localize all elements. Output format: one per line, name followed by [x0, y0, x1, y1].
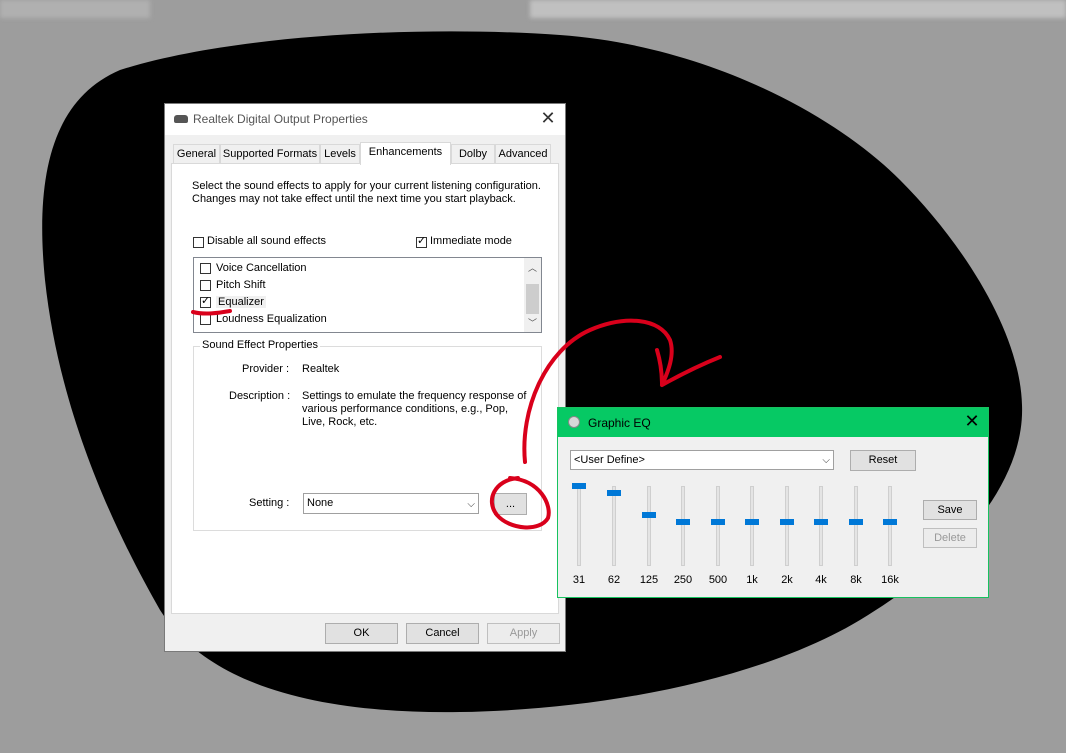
preset-value: <User Define>: [574, 454, 645, 466]
tab-general[interactable]: General: [173, 144, 220, 163]
eq-slider-track[interactable]: [819, 486, 823, 566]
apply-button[interactable]: Apply: [487, 623, 560, 644]
effect-checkbox[interactable]: [200, 263, 211, 274]
eq-band-label: 2k: [781, 574, 793, 586]
speaker-icon: [568, 416, 580, 428]
eq-slider-track[interactable]: [577, 486, 581, 566]
eq-slider-track[interactable]: [681, 486, 685, 566]
list-item[interactable]: Voice Cancellation: [216, 262, 307, 274]
enhancements-panel: Select the sound effects to apply for yo…: [171, 163, 559, 614]
eq-band-label: 4k: [815, 574, 827, 586]
effect-checkbox[interactable]: [200, 280, 211, 291]
provider-value: Realtek: [302, 363, 340, 375]
eq-band-label: 31: [572, 574, 586, 586]
eq-slider-track[interactable]: [785, 486, 789, 566]
eq-titlebar: Graphic EQ ✕: [558, 408, 988, 437]
list-item[interactable]: Equalizer: [216, 296, 266, 308]
eq-slider-track[interactable]: [612, 486, 616, 566]
more-settings-button[interactable]: ...: [494, 493, 527, 515]
dialog-title: Realtek Digital Output Properties: [193, 112, 368, 126]
eq-band-label: 1k: [746, 574, 758, 586]
eq-slider-thumb[interactable]: [814, 519, 828, 525]
description-label: Description :: [229, 390, 291, 402]
dialog-titlebar: Realtek Digital Output Properties ✕: [165, 104, 565, 135]
list-item[interactable]: Loudness Equalization: [216, 313, 327, 325]
save-button[interactable]: Save: [923, 500, 977, 520]
ok-button[interactable]: OK: [325, 623, 398, 644]
effects-list[interactable]: Voice Cancellation Pitch Shift Equalizer…: [193, 257, 542, 333]
eq-slider-thumb[interactable]: [711, 519, 725, 525]
eq-slider-thumb[interactable]: [572, 483, 586, 489]
eq-title: Graphic EQ: [588, 416, 651, 430]
close-icon[interactable]: ✕: [962, 411, 982, 432]
intro-text: Select the sound effects to apply for yo…: [192, 180, 541, 205]
immediate-mode-label: Immediate mode: [430, 235, 512, 247]
eq-band-label: 500: [708, 574, 728, 586]
scroll-thumb[interactable]: [526, 284, 539, 314]
eq-slider-thumb[interactable]: [676, 519, 690, 525]
list-item[interactable]: Pitch Shift: [216, 279, 266, 291]
reset-button[interactable]: Reset: [850, 450, 916, 471]
eq-slider-track[interactable]: [716, 486, 720, 566]
chevron-down-icon: ⌵: [822, 455, 830, 466]
graphic-eq-window: Graphic EQ ✕ <User Define> ⌵ Reset Save …: [557, 407, 989, 598]
eq-slider-thumb[interactable]: [883, 519, 897, 525]
setting-value: None: [307, 497, 334, 509]
eq-slider-thumb[interactable]: [780, 519, 794, 525]
eq-band-label: 250: [673, 574, 693, 586]
eq-slider-thumb[interactable]: [849, 519, 863, 525]
setting-label: Setting :: [249, 497, 290, 509]
eq-slider-thumb[interactable]: [607, 490, 621, 497]
cancel-button[interactable]: Cancel: [406, 623, 479, 644]
eq-slider-track[interactable]: [854, 486, 858, 566]
eq-band-label: 62: [607, 574, 621, 586]
tab-enhancements[interactable]: Enhancements: [360, 142, 451, 165]
chevron-down-icon: ⌵: [467, 499, 475, 510]
eq-slider-track[interactable]: [750, 486, 754, 566]
tab-dolby[interactable]: Dolby: [451, 144, 495, 163]
sound-effect-properties-group: Sound Effect Properties Provider : Realt…: [193, 339, 542, 531]
tab-advanced[interactable]: Advanced: [495, 144, 551, 163]
eq-slider-track[interactable]: [888, 486, 892, 566]
group-title: Sound Effect Properties: [200, 339, 320, 351]
eq-band-label: 125: [639, 574, 659, 586]
setting-dropdown[interactable]: None ⌵: [303, 493, 479, 514]
tab-levels[interactable]: Levels: [320, 144, 360, 163]
preset-dropdown[interactable]: <User Define> ⌵: [570, 450, 834, 470]
scroll-up-icon[interactable]: ︿: [524, 261, 541, 274]
eq-slider-thumb[interactable]: [642, 511, 656, 518]
tab-supported-formats[interactable]: Supported Formats: [220, 144, 320, 163]
eq-slider-track[interactable]: [647, 486, 651, 566]
effect-checkbox[interactable]: [200, 314, 211, 325]
eq-band-label: 16k: [881, 574, 899, 586]
list-scrollbar[interactable]: ︿ ﹀: [524, 258, 541, 332]
eq-band-label: 8k: [850, 574, 862, 586]
disable-all-checkbox[interactable]: [193, 237, 204, 248]
delete-button[interactable]: Delete: [923, 528, 977, 548]
speaker-device-icon: [174, 115, 188, 123]
realtek-properties-dialog: Realtek Digital Output Properties ✕ Gene…: [164, 103, 566, 652]
description-value: Settings to emulate the frequency respon…: [302, 390, 527, 428]
immediate-mode-checkbox[interactable]: [416, 235, 427, 248]
provider-label: Provider :: [242, 363, 290, 375]
scroll-down-icon[interactable]: ﹀: [524, 316, 541, 329]
effect-checkbox[interactable]: [200, 295, 211, 308]
close-icon[interactable]: ✕: [538, 108, 558, 129]
disable-all-label: Disable all sound effects: [207, 235, 327, 247]
eq-slider-thumb[interactable]: [745, 519, 759, 525]
